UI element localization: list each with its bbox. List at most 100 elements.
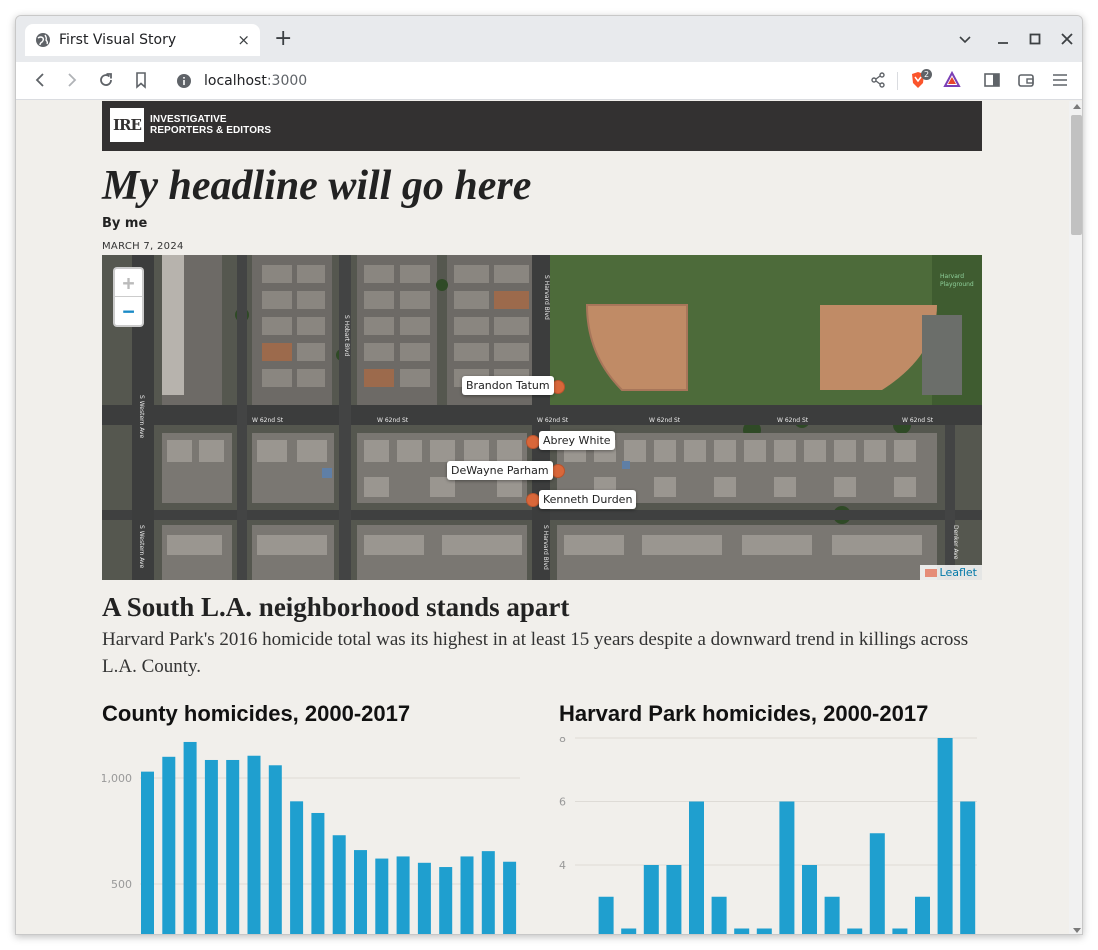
bar-2003[interactable] — [643, 865, 659, 935]
new-tab-button[interactable]: + — [274, 28, 292, 50]
bar-2016[interactable] — [481, 851, 495, 935]
back-arrow-icon[interactable] — [30, 70, 50, 90]
story-content: IRE INVESTIGATIVE REPORTERS & EDITORS My… — [102, 101, 982, 934]
bar-2014[interactable] — [439, 867, 453, 935]
address-bar[interactable]: localhost:3000 — [164, 66, 899, 96]
marker-label[interactable]: Kenneth Durden — [539, 490, 637, 509]
harvard-park-chart: Harvard Park homicides, 2000-2017 4 6 8 — [559, 701, 999, 934]
bar-2006[interactable] — [268, 765, 282, 935]
browser-tab[interactable]: First Visual Story × — [25, 24, 260, 56]
tab-search-chevron-icon[interactable] — [958, 32, 972, 46]
bar-2004[interactable] — [226, 759, 240, 935]
bookmark-icon[interactable] — [131, 70, 151, 90]
map-imagery: W 62nd St W 62nd St W 62nd St W 62nd St W 6… — [102, 255, 982, 580]
ire-org-name: INVESTIGATIVE REPORTERS & EDITORS — [150, 114, 272, 136]
svg-text:W 62nd St: W 62nd St — [537, 417, 569, 424]
chart-title: County homicides, 2000-2017 — [102, 701, 411, 726]
svg-text:Playground: Playground — [940, 281, 974, 288]
bar-2008[interactable] — [756, 928, 772, 936]
menu-hamburger-icon[interactable] — [1050, 70, 1070, 90]
browser-window: First Visual Story × + localhost:3000 2 … — [15, 15, 1083, 935]
ire-logo[interactable]: IRE — [110, 108, 144, 142]
bar-2007[interactable] — [734, 928, 750, 936]
bar-2013[interactable] — [417, 862, 431, 935]
bar-2003[interactable] — [204, 759, 218, 935]
y-tick-label: 500 — [111, 878, 132, 891]
bar-2013[interactable] — [869, 833, 885, 935]
svg-text:W 62nd St: W 62nd St — [252, 417, 284, 424]
bar-2009[interactable] — [779, 801, 795, 936]
charts-row: County homicides, 2000-2017 500 1,000 Har… — [102, 701, 982, 934]
svg-text:S Harvard Blvd: S Harvard Blvd — [542, 525, 549, 570]
tab-close-icon[interactable]: × — [237, 32, 250, 48]
scroll-up-arrow-icon[interactable] — [1073, 104, 1081, 109]
bar-2012[interactable] — [847, 928, 863, 936]
bar-2002[interactable] — [621, 928, 637, 936]
map-zoom-control: + − — [113, 267, 144, 327]
bar-2001[interactable] — [162, 756, 176, 935]
bar-2000[interactable] — [141, 771, 154, 935]
flag-icon — [924, 569, 937, 577]
sidebar-toggle-icon[interactable] — [982, 70, 1002, 90]
bar-2002[interactable] — [183, 741, 197, 935]
bar-2015[interactable] — [915, 896, 930, 935]
y-tick-label: 6 — [559, 796, 566, 809]
share-icon[interactable] — [868, 70, 888, 90]
scrollbar-thumb[interactable] — [1071, 115, 1082, 235]
wallet-icon[interactable] — [1016, 70, 1036, 90]
map-marker[interactable] — [551, 464, 565, 478]
harvard-park-bar-chart: 4 6 8 — [559, 737, 977, 936]
y-tick-label: 8 — [559, 737, 566, 745]
marker-label[interactable]: DeWayne Parham — [447, 461, 553, 480]
scroll-down-arrow-icon[interactable] — [1073, 928, 1081, 933]
zoom-in-button[interactable]: + — [115, 269, 142, 297]
bar-2005[interactable] — [247, 755, 261, 935]
zoom-out-button[interactable]: − — [115, 297, 142, 325]
bar-2001[interactable] — [598, 896, 614, 935]
svg-text:S Western Ave: S Western Ave — [138, 525, 145, 569]
bar-2012[interactable] — [396, 856, 410, 935]
minimize-icon[interactable] — [996, 32, 1010, 46]
county-chart: County homicides, 2000-2017 500 1,000 — [102, 701, 542, 934]
bar-2016[interactable] — [937, 738, 953, 935]
bar-2005[interactable] — [689, 801, 704, 936]
satellite-map[interactable]: W 62nd St W 62nd St W 62nd St W 62nd St W 6… — [102, 255, 982, 580]
section-dek: Harvard Park's 2016 homicide total was i… — [102, 629, 969, 677]
reload-icon[interactable] — [96, 70, 116, 90]
tab-strip: First Visual Story × + — [16, 16, 1082, 62]
close-window-icon[interactable] — [1060, 32, 1074, 46]
bar-2009[interactable] — [332, 835, 346, 935]
byline: By me — [102, 216, 148, 231]
toolbar-divider — [897, 72, 898, 90]
leaflet-attribution[interactable]: Leaflet — [919, 565, 982, 580]
site-info-icon[interactable] — [176, 73, 192, 89]
section-title: A South L.A. neighborhood stands apart — [102, 592, 570, 622]
url-text[interactable]: localhost:3000 — [204, 73, 307, 89]
bar-2017[interactable] — [503, 861, 517, 935]
marker-label[interactable]: Abrey White — [539, 431, 615, 450]
map-marker[interactable] — [526, 493, 540, 507]
bar-2015[interactable] — [460, 856, 474, 935]
svg-text:S Western Ave: S Western Ave — [138, 395, 145, 439]
maximize-icon[interactable] — [1028, 32, 1042, 46]
forward-arrow-icon[interactable] — [62, 70, 82, 90]
bar-2008[interactable] — [311, 812, 325, 935]
globe-icon — [36, 33, 50, 47]
svg-text:Harvard: Harvard — [940, 273, 964, 280]
vertical-scrollbar[interactable] — [1069, 101, 1082, 934]
bar-2006[interactable] — [711, 896, 727, 935]
y-tick-label: 4 — [559, 859, 566, 872]
bar-2010[interactable] — [802, 865, 817, 935]
svg-text:Denker Ave: Denker Ave — [952, 525, 959, 560]
browser-toolbar: localhost:3000 2 — [16, 62, 1082, 100]
brave-rewards-icon[interactable] — [942, 70, 962, 90]
bar-2014[interactable] — [892, 928, 908, 936]
bar-2011[interactable] — [375, 858, 389, 935]
map-marker[interactable] — [526, 435, 540, 449]
bar-2007[interactable] — [290, 801, 304, 935]
bar-2004[interactable] — [666, 865, 682, 935]
marker-label[interactable]: Brandon Tatum — [462, 376, 554, 395]
bar-2017[interactable] — [960, 801, 976, 936]
bar-2011[interactable] — [824, 896, 840, 935]
bar-2010[interactable] — [354, 850, 367, 935]
